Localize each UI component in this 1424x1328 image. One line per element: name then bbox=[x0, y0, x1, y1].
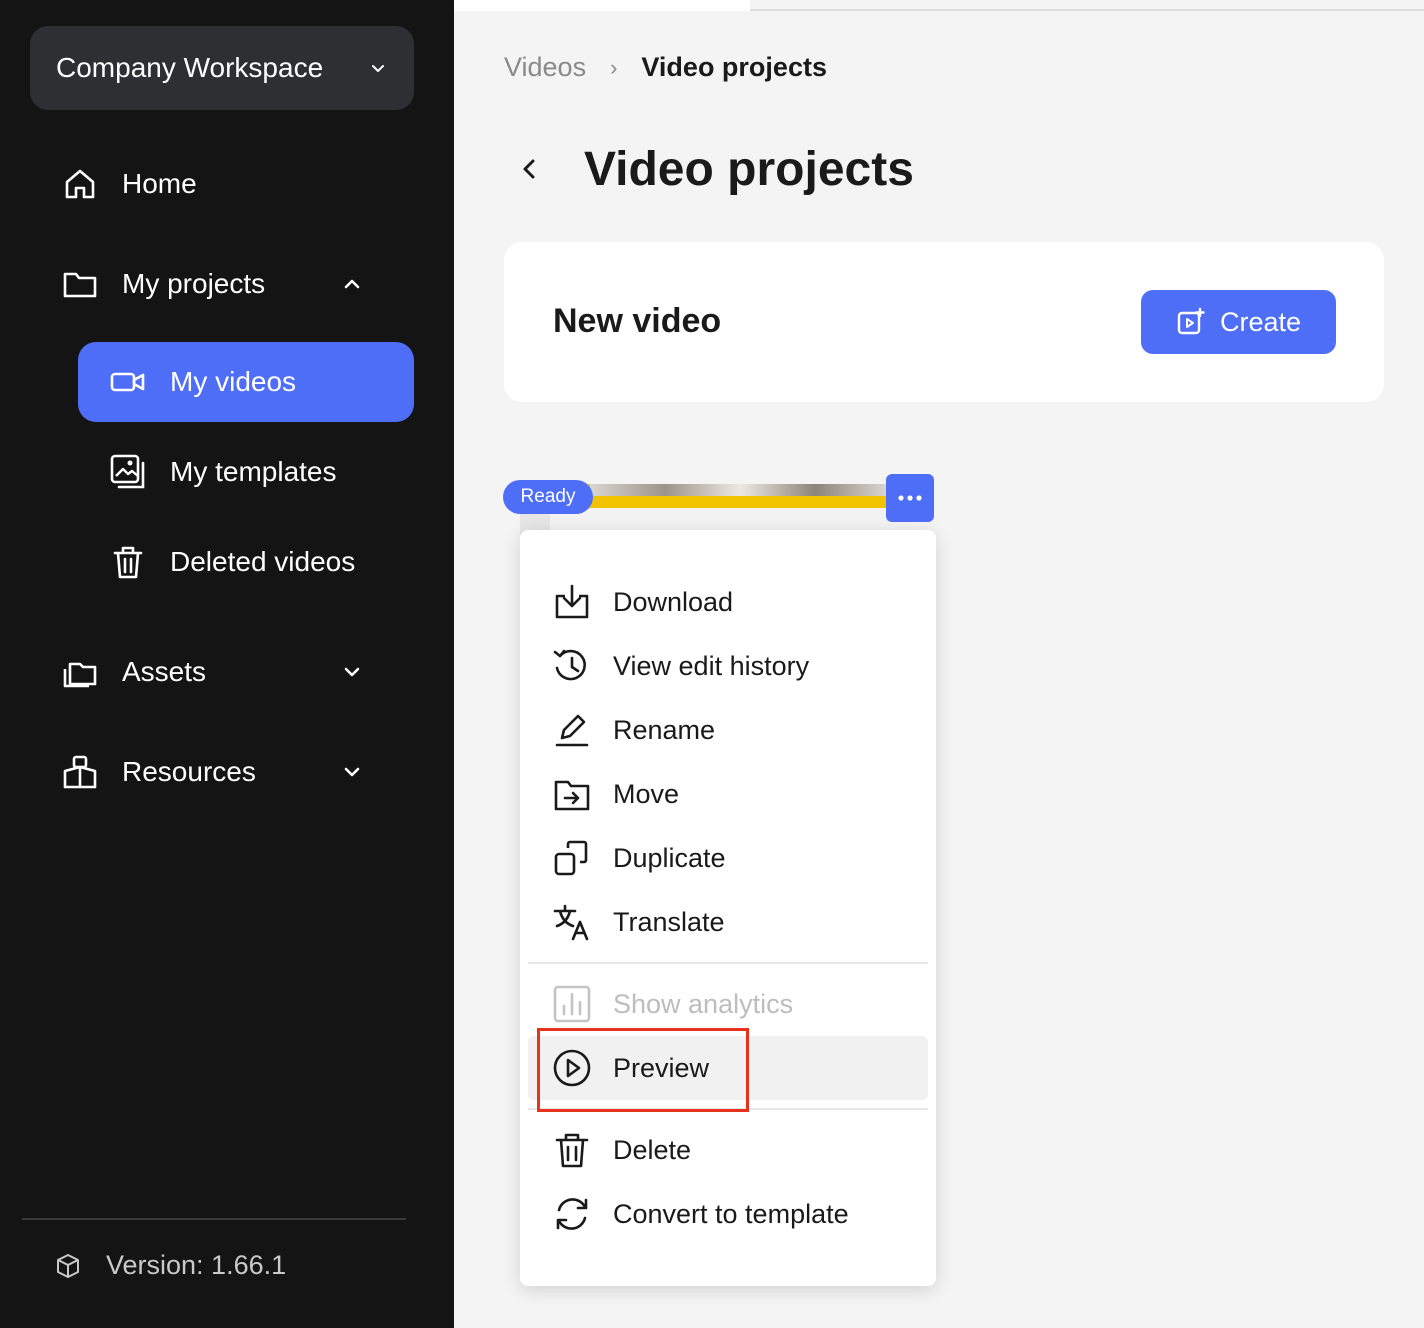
new-video-card: New video Create bbox=[504, 242, 1384, 402]
sidebar-item-assets[interactable]: Assets bbox=[62, 654, 360, 690]
menu-divider bbox=[528, 962, 928, 964]
sidebar-item-label: Home bbox=[122, 168, 197, 199]
menu-item-view-edit-history[interactable]: View edit history bbox=[520, 636, 936, 696]
ellipsis-icon bbox=[898, 495, 922, 501]
chevron-down-icon[interactable] bbox=[340, 760, 364, 784]
sidebar-item-home[interactable]: Home bbox=[62, 166, 197, 202]
menu-item-label: Translate bbox=[613, 906, 725, 937]
cube-icon bbox=[57, 1253, 79, 1278]
analytics-icon bbox=[553, 985, 591, 1023]
breadcrumb-separator: › bbox=[610, 54, 618, 80]
assets-icon bbox=[63, 662, 97, 688]
breadcrumb-current: Video projects bbox=[641, 52, 827, 82]
create-label: Create bbox=[1219, 306, 1302, 337]
resources-icon bbox=[63, 755, 97, 789]
video-camera-icon bbox=[110, 372, 145, 392]
sidebar-item-label: Deleted videos bbox=[170, 546, 356, 577]
menu-item-delete[interactable]: Delete bbox=[520, 1120, 936, 1180]
menu-item-label: Duplicate bbox=[613, 842, 726, 873]
menu-item-label: Rename bbox=[613, 714, 716, 745]
new-video-title: New video bbox=[553, 302, 722, 340]
templates-icon bbox=[110, 454, 145, 489]
menu-item-download[interactable]: Download bbox=[520, 572, 936, 632]
page-title: Video projects bbox=[584, 143, 914, 196]
translate-icon bbox=[553, 904, 589, 941]
sidebar-item-label: My projects bbox=[122, 268, 266, 299]
menu-item-label: Download bbox=[613, 586, 734, 617]
chevron-down-icon[interactable] bbox=[340, 660, 364, 684]
pencil-icon bbox=[555, 714, 589, 747]
sidebar-item-resources[interactable]: Resources bbox=[62, 754, 360, 790]
create-button[interactable]: Create bbox=[1141, 290, 1336, 354]
menu-item-label: Convert to template bbox=[613, 1198, 849, 1229]
sidebar-item-my-templates[interactable]: My templates bbox=[110, 454, 337, 490]
menu-item-rename[interactable]: Rename bbox=[520, 700, 936, 760]
menu-item-convert-to-template[interactable]: Convert to template bbox=[520, 1184, 936, 1244]
download-icon bbox=[555, 584, 589, 619]
workspace-name: Company Workspace bbox=[56, 52, 324, 83]
version-info: Version: 1.66.1 bbox=[54, 1250, 286, 1281]
highlight-annotation bbox=[537, 1028, 749, 1112]
menu-item-show-analytics: Show analytics bbox=[520, 974, 936, 1034]
more-options-button[interactable] bbox=[886, 474, 934, 522]
menu-item-duplicate[interactable]: Duplicate bbox=[520, 828, 936, 888]
sidebar-item-my-projects[interactable]: My projects bbox=[62, 266, 360, 302]
status-badge: Ready bbox=[503, 480, 593, 514]
folder-icon bbox=[63, 272, 97, 298]
back-arrow-icon[interactable] bbox=[512, 152, 546, 186]
history-icon bbox=[553, 649, 586, 681]
breadcrumb-videos[interactable]: Videos bbox=[504, 52, 586, 83]
thumbnail-image bbox=[590, 484, 890, 496]
sidebar-item-my-videos-content[interactable]: My videos bbox=[110, 364, 296, 400]
menu-item-label: Move bbox=[613, 778, 680, 809]
home-icon bbox=[65, 169, 95, 199]
menu-item-label: Delete bbox=[613, 1134, 692, 1165]
chevron-down-icon bbox=[372, 65, 384, 72]
sidebar-item-label: My videos bbox=[170, 366, 297, 397]
version-label: Version: 1.66.1 bbox=[106, 1250, 287, 1280]
tab-strip bbox=[454, 0, 750, 11]
sidebar-item-label: Resources bbox=[122, 756, 256, 787]
sidebar: Company Workspace Home My projects My vi… bbox=[0, 0, 454, 1328]
folder-move-icon bbox=[554, 780, 590, 811]
menu-item-move[interactable]: Move bbox=[520, 764, 936, 824]
sidebar-item-label: Assets bbox=[122, 656, 207, 687]
workspace-selector[interactable]: Company Workspace bbox=[30, 26, 414, 110]
convert-icon bbox=[556, 1198, 588, 1230]
menu-item-label: Show analytics bbox=[613, 988, 794, 1019]
chevron-up-icon[interactable] bbox=[340, 272, 364, 296]
context-menu: Download View edit history Rename Move D… bbox=[520, 530, 936, 1286]
trash-icon bbox=[555, 1133, 589, 1168]
menu-item-translate[interactable]: Translate bbox=[520, 892, 936, 952]
trash-icon bbox=[113, 546, 143, 579]
create-video-icon bbox=[1177, 307, 1205, 335]
duplicate-icon bbox=[554, 840, 588, 876]
menu-item-label: View edit history bbox=[613, 650, 810, 681]
sidebar-item-label: My templates bbox=[170, 456, 337, 487]
sidebar-divider bbox=[22, 1218, 406, 1220]
sidebar-item-deleted-videos[interactable]: Deleted videos bbox=[110, 544, 355, 580]
tab-strip-divider bbox=[750, 9, 1424, 11]
breadcrumb: Videos › Video projects bbox=[504, 52, 827, 83]
